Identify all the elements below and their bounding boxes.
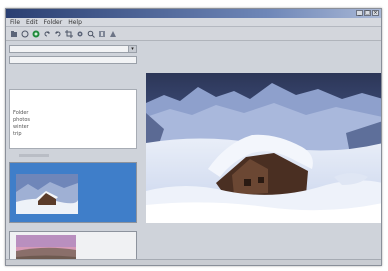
folder-item[interactable]: winter [13, 124, 29, 130]
filter-combo[interactable] [9, 56, 137, 64]
folder-item[interactable]: trip [13, 131, 22, 137]
preview-image [146, 73, 381, 223]
folder-item[interactable]: Folder [13, 110, 28, 116]
window-controls: _ □ × [356, 10, 379, 16]
back-icon[interactable] [21, 30, 29, 38]
help-icon[interactable] [98, 30, 106, 38]
zoom-icon[interactable] [87, 30, 95, 38]
folder-tree: Folder photos winter trip [9, 89, 137, 149]
folder-item[interactable]: photos [13, 117, 30, 123]
info-icon[interactable] [109, 30, 117, 38]
status-bar [6, 259, 381, 265]
menu-help[interactable]: Help [68, 18, 82, 26]
menu-bar: File Edit Folder Help [6, 18, 381, 27]
title-bar: _ □ × [6, 9, 381, 18]
toolbar [6, 27, 381, 41]
rotate-left-icon[interactable] [43, 30, 51, 38]
menu-folder[interactable]: Folder [44, 18, 63, 26]
close-button[interactable]: × [372, 10, 379, 16]
sidebar: ▾ Folder photos winter trip [9, 43, 139, 265]
thumbnail-header [19, 153, 49, 158]
green-circle-icon[interactable] [32, 30, 40, 38]
settings-icon[interactable] [76, 30, 84, 38]
menu-file[interactable]: File [10, 18, 20, 26]
chevron-down-icon[interactable]: ▾ [128, 46, 136, 52]
open-icon[interactable] [10, 30, 18, 38]
rotate-right-icon[interactable] [54, 30, 62, 38]
image-viewer[interactable] [146, 73, 381, 223]
app-window: _ □ × File Edit Folder Help ▾ Folder pho… [5, 8, 382, 266]
folder-path-combo[interactable]: ▾ [9, 45, 137, 53]
maximize-button[interactable]: □ [364, 10, 371, 16]
minimize-button[interactable]: _ [356, 10, 363, 16]
crop-icon[interactable] [65, 30, 73, 38]
menu-edit[interactable]: Edit [26, 18, 38, 26]
thumbnail-selected[interactable] [9, 162, 137, 223]
thumbnail-image [16, 174, 78, 214]
